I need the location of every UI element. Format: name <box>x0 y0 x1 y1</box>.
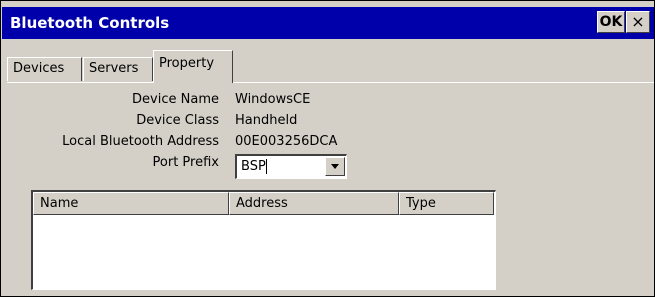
port-prefix-value[interactable]: BSP <box>241 159 266 174</box>
column-header-address[interactable]: Address <box>229 192 399 215</box>
title-bar: Bluetooth Controls OK × <box>2 7 654 39</box>
chevron-down-icon[interactable] <box>325 157 345 176</box>
port-prefix-label: Port Prefix <box>152 155 219 170</box>
list-body[interactable] <box>33 215 495 289</box>
device-class-label: Device Class <box>136 113 219 128</box>
tab-property[interactable]: Property <box>153 50 233 83</box>
tab-devices[interactable]: Devices <box>7 57 82 81</box>
close-button[interactable]: × <box>626 11 650 33</box>
ok-button[interactable]: OK <box>597 11 625 33</box>
list-header: Name Address Type <box>33 192 494 215</box>
device-class-value: Handheld <box>235 113 298 128</box>
device-name-value: WindowsCE <box>235 92 311 107</box>
column-header-type[interactable]: Type <box>399 192 494 215</box>
bluetooth-controls-window: Bluetooth Controls OK × Devices Servers … <box>0 0 655 297</box>
devices-list-view[interactable]: Name Address Type <box>31 190 496 290</box>
device-name-label: Device Name <box>132 92 219 107</box>
window-title: Bluetooth Controls <box>10 14 170 32</box>
text-caret <box>266 159 267 174</box>
column-header-name[interactable]: Name <box>33 192 229 215</box>
tab-servers[interactable]: Servers <box>83 57 153 81</box>
bluetooth-address-value: 00E003256DCA <box>235 134 338 149</box>
port-prefix-combobox[interactable]: BSP <box>235 154 347 179</box>
bluetooth-address-label: Local Bluetooth Address <box>62 134 219 149</box>
